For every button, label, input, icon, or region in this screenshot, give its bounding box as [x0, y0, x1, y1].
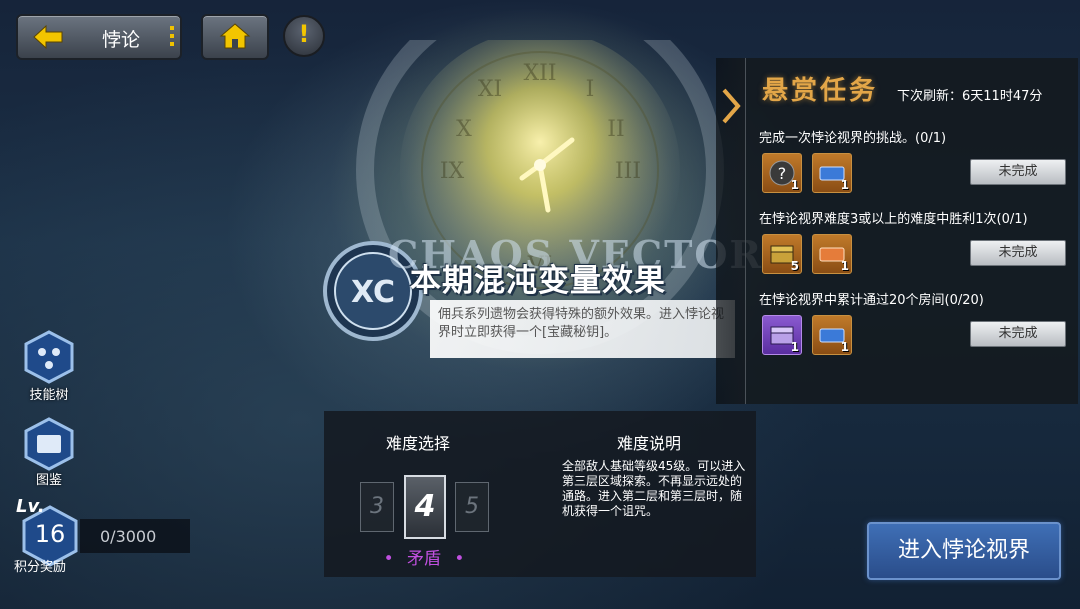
- svg-text:XII: XII: [523, 61, 556, 86]
- svg-text:III: III: [615, 159, 641, 184]
- chevron-right-icon: [722, 88, 741, 124]
- difficulty-current-option[interactable]: 4: [404, 475, 446, 539]
- points-reward-label: 积分奖励: [14, 560, 67, 575]
- reward-item[interactable]: 1: [812, 234, 852, 274]
- reward-count: 1: [790, 340, 799, 354]
- reward-count: 1: [840, 259, 849, 273]
- enter-paradox-button[interactable]: 进入悖论视界: [867, 522, 1061, 580]
- alert-button[interactable]: !: [283, 15, 325, 57]
- difficulty-name-text: 矛盾: [407, 549, 441, 569]
- back-button[interactable]: 悖论: [16, 14, 182, 60]
- difficulty-desc-title: 难度说明: [617, 434, 682, 453]
- level-prefix: Lv.: [16, 496, 45, 517]
- task-status-button[interactable]: 未完成: [970, 321, 1066, 347]
- chaos-vector-title: 本期混沌变量效果: [410, 263, 666, 299]
- svg-text:X: X: [456, 117, 472, 142]
- reward-item[interactable]: 1: [812, 315, 852, 355]
- difficulty-next-option[interactable]: 5: [455, 482, 489, 532]
- svg-text:XI: XI: [478, 77, 502, 102]
- bounty-refresh-timer: 下次刷新：6天11时47分: [897, 89, 1043, 104]
- reward-item[interactable]: ? 1: [762, 153, 802, 193]
- bounty-collapse-tab[interactable]: [716, 58, 746, 404]
- back-arrow-icon: [33, 24, 63, 50]
- reward-count: 5: [790, 259, 799, 273]
- difficulty-prev-option[interactable]: 3: [360, 482, 394, 532]
- svg-text:II: II: [607, 117, 624, 142]
- home-icon: [219, 23, 251, 49]
- codex-button[interactable]: [22, 417, 76, 471]
- difficulty-name-dot: •: [454, 549, 465, 569]
- points-value: 0/3000: [100, 527, 157, 546]
- reward-item[interactable]: 1: [812, 153, 852, 193]
- reward-count: 1: [840, 340, 849, 354]
- alert-icon: !: [298, 20, 310, 48]
- menu-dots-icon: [170, 26, 174, 48]
- svg-text:IX: IX: [440, 159, 465, 184]
- reward-item[interactable]: 1: [762, 315, 802, 355]
- task-description: 在悖论视界难度3或以上的难度中胜利1次(0/1): [759, 212, 1028, 227]
- reward-count: 1: [840, 178, 849, 192]
- difficulty-name-dot: •: [383, 549, 394, 569]
- difficulty-name: • 矛盾 •: [380, 544, 468, 569]
- task-status-button[interactable]: 未完成: [970, 159, 1066, 185]
- svg-text:I: I: [586, 77, 595, 102]
- reward-item[interactable]: 5: [762, 234, 802, 274]
- difficulty-select-title: 难度选择: [386, 434, 451, 453]
- chaos-vector-description: 佣兵系列遗物会获得特殊的额外效果。进入悖论视界时立即获得一个[宝藏秘钥]。: [430, 300, 735, 358]
- reward-count: 1: [790, 178, 799, 192]
- points-bar: 0/3000: [80, 519, 190, 553]
- task-description: 在悖论视界中累计通过20个房间(0/20): [759, 293, 984, 308]
- codex-label: 图鉴: [35, 473, 62, 488]
- svg-text:?: ?: [778, 164, 787, 183]
- codex-icon: [37, 435, 61, 453]
- task-description: 完成一次悖论视界的挑战。(0/1): [759, 131, 947, 146]
- bounty-title: 悬赏任务: [762, 76, 879, 106]
- emblem-text: XC: [351, 275, 395, 310]
- skill-tree-label: 技能树: [29, 388, 69, 403]
- level-number: 16: [34, 520, 66, 548]
- difficulty-description: 全部敌人基础等级45级。可以进入第三层区域探索。不再显示远处的通路。进入第二层和…: [562, 459, 746, 518]
- back-button-label: 悖论: [102, 29, 141, 51]
- skill-tree-button[interactable]: [22, 330, 76, 384]
- task-status-button[interactable]: 未完成: [970, 240, 1066, 266]
- home-button[interactable]: [201, 14, 269, 60]
